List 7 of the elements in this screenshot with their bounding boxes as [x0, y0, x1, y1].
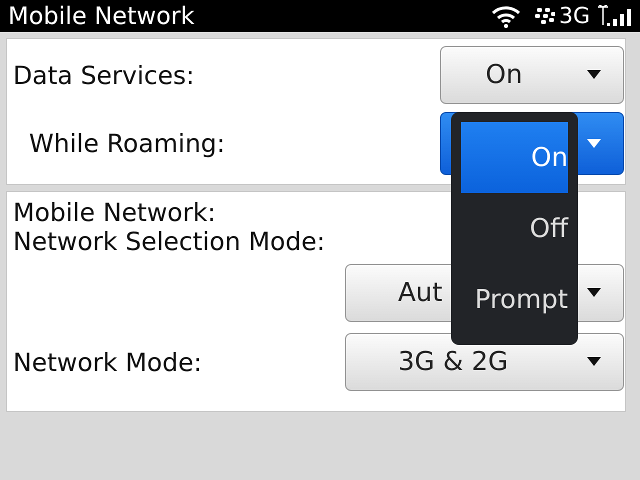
setting-label: Data Services:	[13, 60, 194, 90]
network-type: 3G	[558, 4, 590, 28]
screen-title: Mobile Network	[8, 1, 196, 32]
setting-label: Network Selection Mode:	[13, 227, 326, 256]
setting-label: Network Mode:	[13, 348, 202, 376]
setting-label: Mobile Network:	[13, 198, 216, 227]
setting-label: While Roaming:	[29, 129, 226, 158]
